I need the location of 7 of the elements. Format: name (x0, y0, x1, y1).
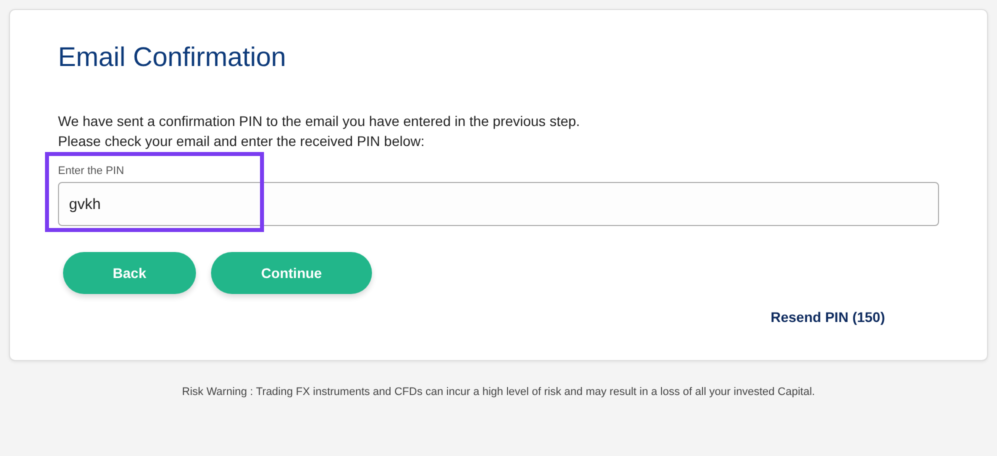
page-title: Email Confirmation (58, 41, 288, 74)
message-text: Please check your email and enter the received PIN below: (58, 132, 426, 151)
pin-input-field[interactable]: gvkh (58, 182, 939, 226)
field-label: Enter the PIN (58, 164, 126, 178)
resend-pin-link[interactable]: Resend PIN (150) (770, 307, 885, 328)
message-text: We have sent a confirmation PIN to the email you have entered in the previous step. (58, 112, 581, 131)
risk-warning-text: Risk Warning : Trading FX instruments and CFDs can incur a high level of risk and may result in a loss of all your invested Capital. (181, 385, 816, 400)
